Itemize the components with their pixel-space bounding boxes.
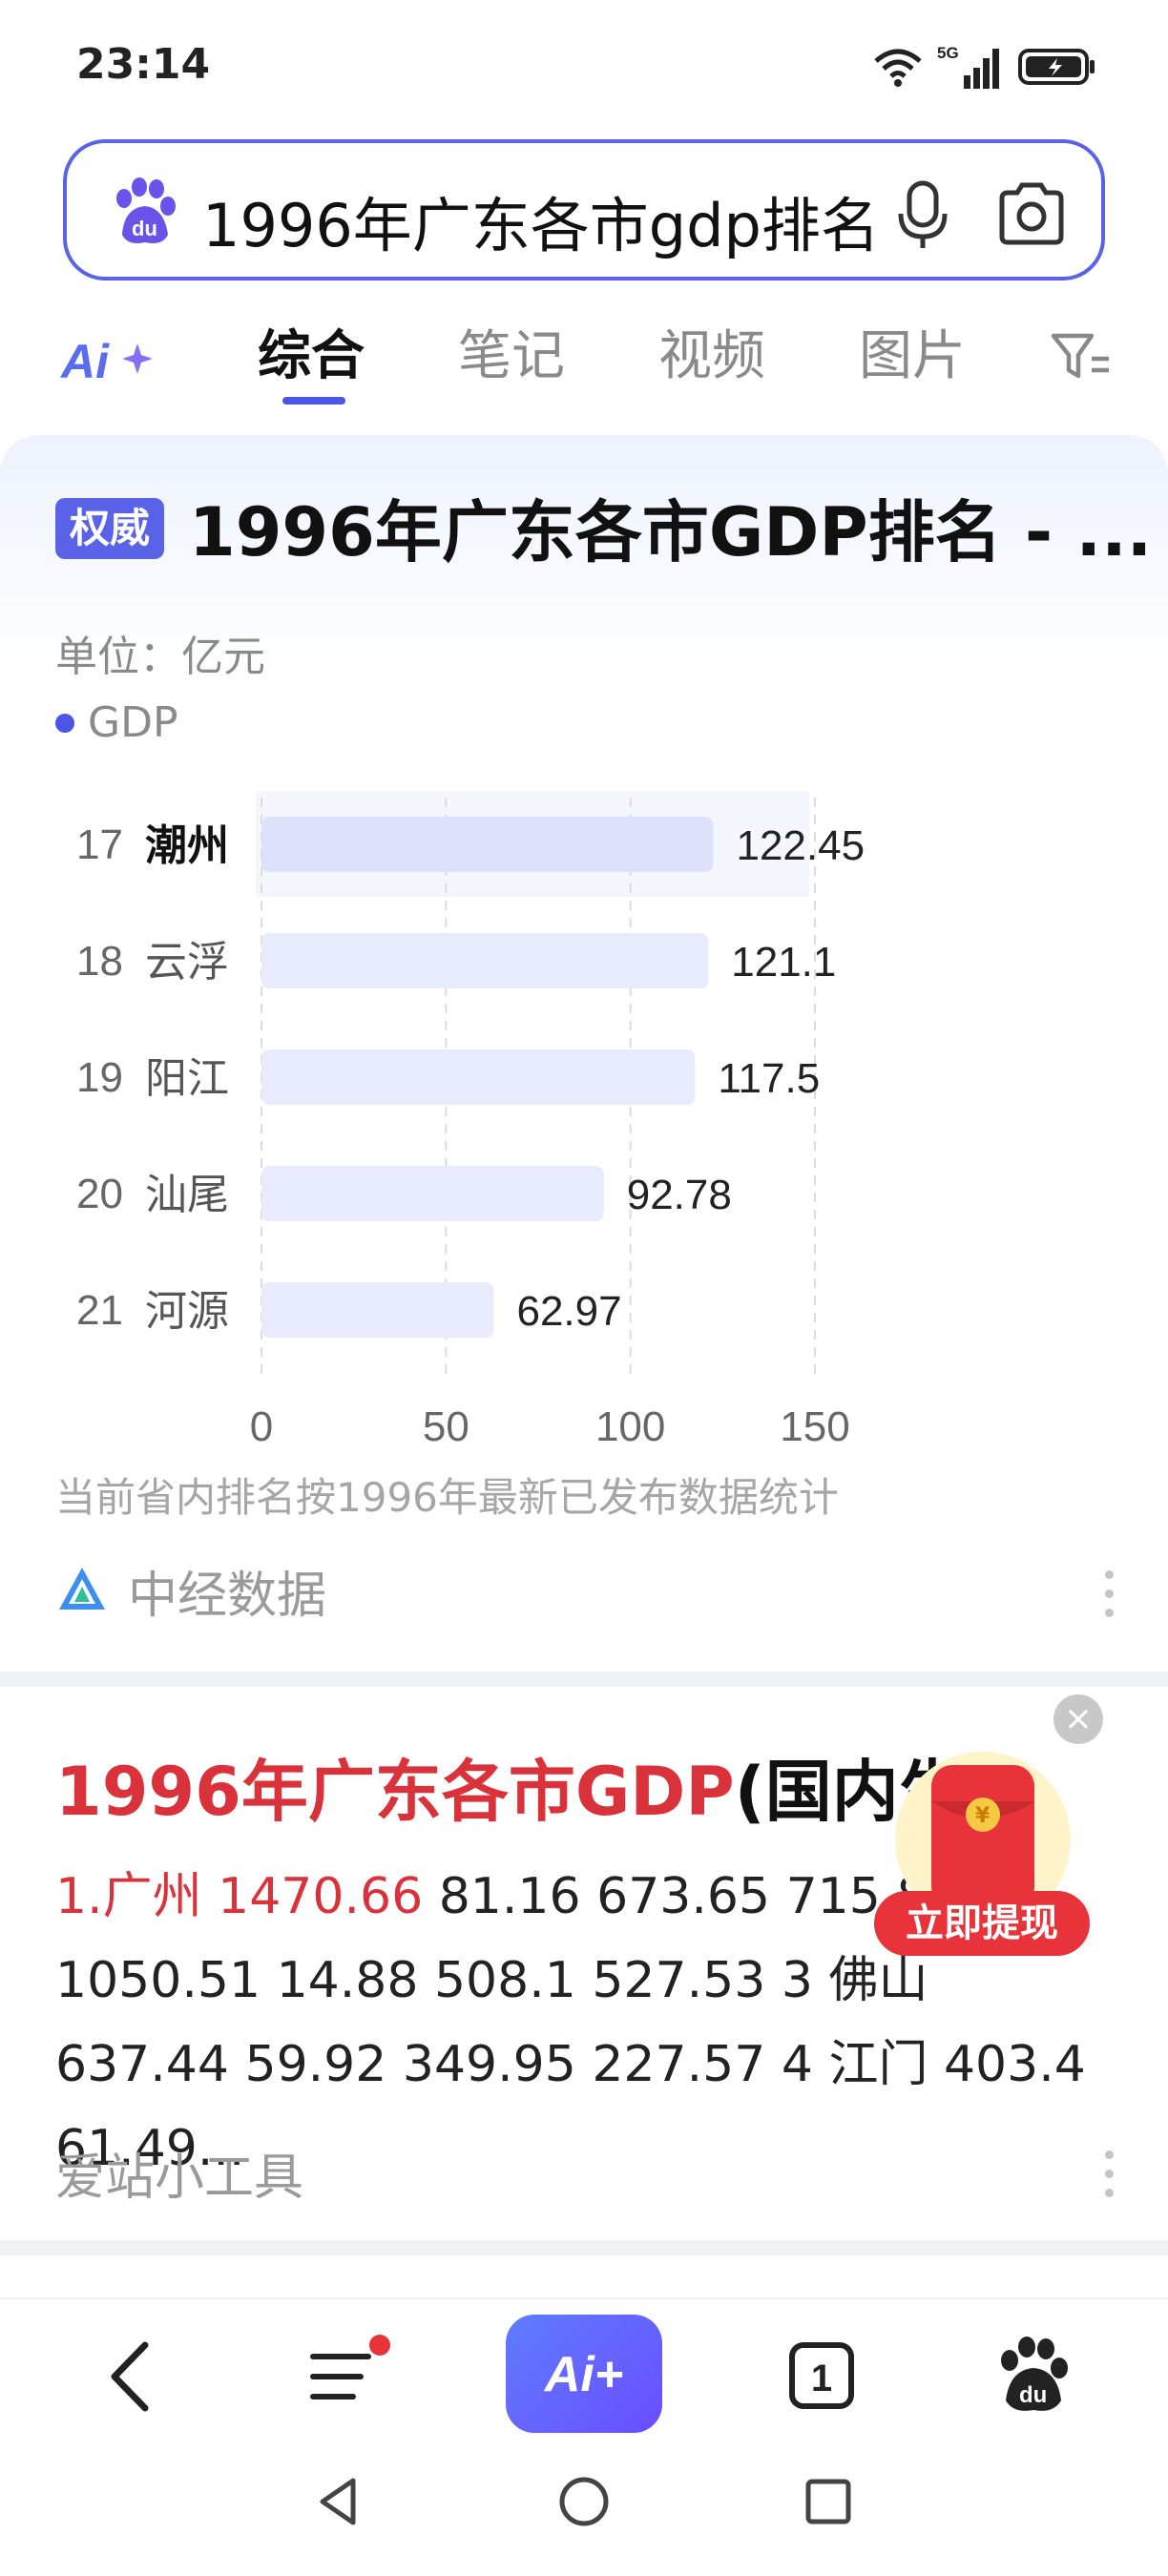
category-label: 潮州 [145, 821, 229, 870]
ai-assistant-label: Ai+ [543, 2347, 623, 2402]
section-divider-2 [0, 2240, 1168, 2255]
withdraw-cta-button[interactable]: 立即提现 [874, 1891, 1090, 1956]
wifi-icon [874, 49, 922, 87]
rank-label: 20 [76, 1171, 123, 1217]
source-row[interactable]: 中经数据 [55, 1555, 326, 1627]
battery-icon [1018, 49, 1095, 85]
ai-tab-icon[interactable]: Ai [59, 321, 164, 397]
more-options-icon[interactable] [1090, 1561, 1128, 1628]
rank-label: 18 [76, 938, 123, 985]
x-tick-label: 100 [595, 1403, 665, 1446]
system-recents-icon[interactable] [800, 2473, 857, 2530]
back-icon[interactable] [80, 2324, 185, 2429]
value-label: 117.5 [718, 1055, 820, 1102]
result-card-chart[interactable]: 权威 1996年广东各市GDP排名 - ... 单位：亿元 GDP 0 50 100… [0, 435, 1168, 1672]
microphone-icon[interactable] [880, 172, 966, 258]
category-label: 汕尾 [145, 1171, 229, 1219]
active-tab-indicator [282, 397, 345, 405]
search-input[interactable]: 1996年广东各市gdp排名 [202, 177, 880, 263]
menu-icon[interactable] [292, 2324, 397, 2429]
tab-count-label: 1 [811, 2358, 832, 2399]
tab-notes[interactable]: 笔记 [458, 313, 565, 390]
cellular-signal-icon: 5G [937, 44, 999, 89]
chart-footnote: 当前省内排名按1996年最新已发布数据统计 [55, 1474, 839, 1521]
ai-assistant-button[interactable]: Ai+ [506, 2315, 662, 2433]
rank-label: 17 [76, 821, 123, 868]
bottom-nav: Ai+ 1 du [0, 2297, 1168, 2450]
bar [261, 1049, 696, 1105]
result-title-2[interactable]: 1996年广东各市GDP(国内生产 [55, 1738, 1032, 1835]
authority-badge: 权威 [55, 498, 164, 559]
system-home-icon[interactable] [555, 2473, 613, 2530]
category-label: 河源 [145, 1287, 229, 1336]
svg-text:du: du [1019, 2382, 1047, 2408]
bar [261, 933, 709, 988]
baidu-home-icon[interactable]: du [981, 2324, 1086, 2429]
camera-icon[interactable] [989, 172, 1074, 258]
network-type-label: 5G [937, 44, 959, 62]
section-divider [0, 1672, 1168, 1687]
system-nav-bar [0, 2450, 1168, 2576]
legend-dot-icon [55, 713, 74, 733]
bar [261, 817, 714, 872]
rank-label: 21 [76, 1287, 123, 1334]
result-title[interactable]: 1996年广东各市GDP排名 - ... [189, 479, 1152, 575]
ai-plus-icon: Ai+ [543, 2347, 623, 2402]
search-bar[interactable]: du 1996年广东各市gdp排名 [63, 139, 1105, 280]
tabs-count-icon[interactable]: 1 [769, 2324, 874, 2429]
baidu-paw-icon: du [116, 177, 176, 243]
source-name[interactable]: 中经数据 [128, 1555, 326, 1627]
status-time: 23:14 [76, 40, 211, 89]
source-logo-icon [59, 1568, 105, 1610]
category-label: 云浮 [145, 938, 229, 987]
tab-images[interactable]: 图片 [859, 313, 966, 390]
more-options-icon-2[interactable] [1090, 2141, 1128, 2208]
svg-text:du: du [132, 217, 157, 240]
x-tick-label: 50 [423, 1403, 469, 1446]
gdp-bar-chart[interactable]: 0 50 100 150 17 潮州 122.45 18 云浮 121.1 19 阳江 117.5 20 汕… [0, 779, 1168, 1446]
unit-label: 单位：亿元 [55, 633, 265, 681]
bar [261, 1282, 494, 1338]
x-tick-label: 0 [250, 1403, 273, 1446]
category-label: 阳江 [145, 1054, 229, 1103]
value-label: 92.78 [627, 1172, 732, 1218]
source-name-2[interactable]: 爱站小工具 [55, 2137, 303, 2209]
tab-comprehensive[interactable]: 综合 [258, 313, 365, 390]
status-bar: 23:14 5G [0, 0, 1168, 134]
bar [261, 1166, 604, 1221]
filter-icon[interactable] [1048, 322, 1115, 389]
system-back-icon[interactable] [311, 2473, 368, 2530]
search-tabs: Ai 综合 笔记 视频 图片 [0, 303, 1168, 418]
legend-label: GDP [88, 698, 178, 747]
title-highlight: 1996年广东各市GDP [55, 1753, 735, 1831]
svg-text:¥: ¥ [975, 1804, 991, 1828]
snippet-highlight: 1.广州 1470.66 [55, 1868, 424, 1925]
rank-label: 19 [76, 1054, 123, 1101]
close-float-button[interactable]: × [1053, 1694, 1103, 1744]
svg-text:Ai: Ai [59, 335, 110, 388]
chart-legend: GDP [55, 698, 178, 747]
value-label: 121.1 [731, 939, 836, 986]
status-icons: 5G [872, 42, 1097, 92]
x-tick-label: 150 [780, 1403, 849, 1446]
tab-videos[interactable]: 视频 [658, 313, 765, 390]
value-label: 122.45 [736, 822, 865, 869]
value-label: 62.97 [516, 1288, 621, 1335]
